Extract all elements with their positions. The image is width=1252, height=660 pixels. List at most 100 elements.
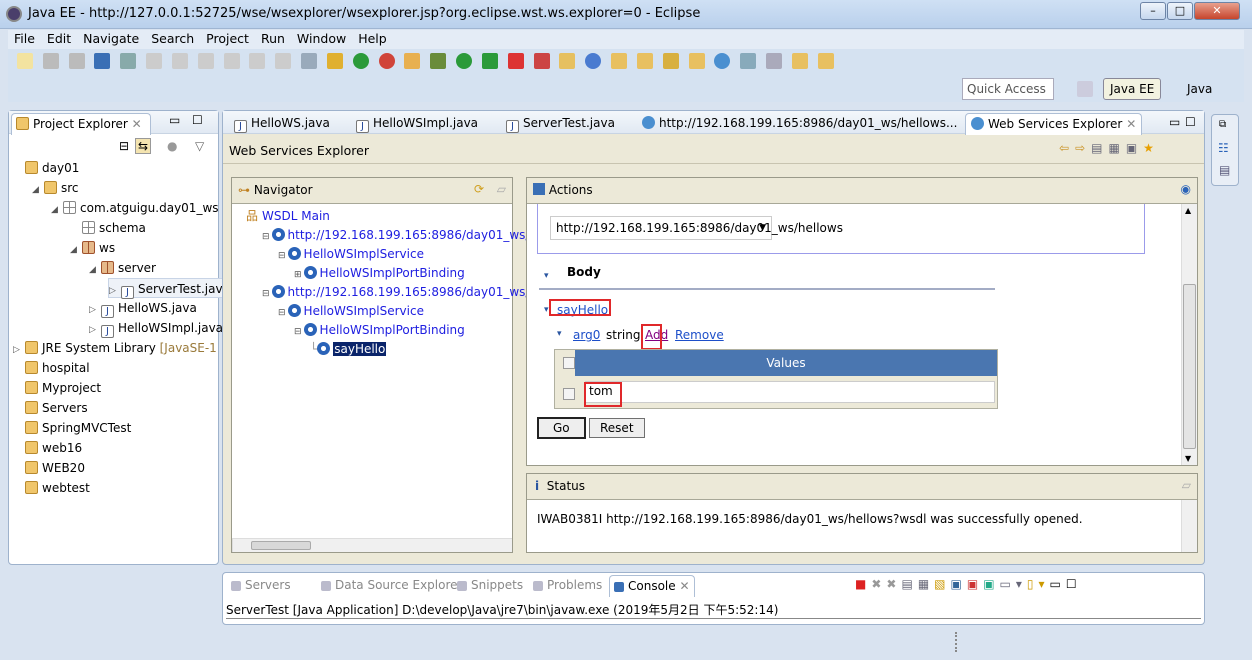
tree-item[interactable]: hospital <box>13 358 90 378</box>
navigator-item[interactable]: 品 WSDL Main <box>246 206 330 226</box>
menu-run[interactable]: Run <box>255 30 291 47</box>
collapse-icon[interactable]: ⊟ <box>294 327 302 337</box>
use-step-filters-icon[interactable] <box>326 53 343 69</box>
wsdl-page-icon[interactable]: ▤ <box>1091 141 1108 155</box>
annotation-icon[interactable] <box>740 53 757 69</box>
tree-item[interactable]: web16 <box>13 438 82 458</box>
editor-tab[interactable]: J HelloWSImpl.java <box>351 113 483 135</box>
close-tab-icon[interactable]: ✕ <box>1126 117 1136 131</box>
remove-link[interactable]: Remove <box>675 328 724 342</box>
tab-snippets[interactable]: Snippets <box>453 575 527 597</box>
tree-item[interactable]: ◢ com.atguigu.day01_ws <box>51 198 219 218</box>
body-collapse-icon[interactable]: ▾ <box>544 271 549 281</box>
editor-tab[interactable]: Web Services Explorer ✕ <box>965 113 1143 135</box>
terminate-icon[interactable]: ■ <box>855 577 871 591</box>
step-into-icon[interactable] <box>223 53 240 69</box>
navigator-hscrollbar[interactable] <box>232 538 512 552</box>
forward-icon[interactable]: ⇨ <box>1075 141 1091 155</box>
new-icon[interactable] <box>17 53 33 69</box>
menu-file[interactable]: File <box>8 30 41 47</box>
view-menu-icon[interactable]: ● <box>167 139 177 153</box>
back-icon[interactable] <box>791 53 808 69</box>
outline-icon[interactable]: ☷ <box>1218 141 1229 155</box>
tree-item[interactable]: schema <box>70 218 146 238</box>
tab-project-explorer[interactable]: Project Explorer ✕ <box>11 113 151 135</box>
status-vscrollbar[interactable] <box>1181 500 1197 552</box>
terminate-icon[interactable] <box>197 53 214 69</box>
menu-edit[interactable]: Edit <box>41 30 77 47</box>
tree-item[interactable]: WEB20 <box>13 458 85 478</box>
quick-access-input[interactable]: Quick Access <box>962 78 1054 100</box>
tab-servers[interactable]: Servers <box>227 575 295 597</box>
tree-item[interactable]: ◢ ws <box>70 238 115 258</box>
save-icon[interactable] <box>42 53 59 69</box>
step-return-icon[interactable] <box>275 53 292 69</box>
tree-item[interactable]: webtest <box>13 478 90 498</box>
menu-project[interactable]: Project <box>200 30 255 47</box>
expand-icon[interactable]: ⊞ <box>294 270 302 280</box>
editor-tab[interactable]: J HelloWS.java <box>229 113 335 135</box>
drop-to-frame-icon[interactable] <box>301 53 318 69</box>
navigator-item[interactable]: ⊟ HelloWSImplPortBinding <box>294 320 465 340</box>
menu-help[interactable]: Help <box>352 30 393 47</box>
scroll-lock-icon[interactable]: ▦ <box>918 577 934 591</box>
expand-arrow-icon[interactable]: ◢ <box>70 240 82 260</box>
new-wizard-icon[interactable] <box>559 53 576 69</box>
next-annotation-icon[interactable] <box>766 53 783 69</box>
expand-arrow-icon[interactable]: ◢ <box>51 200 63 220</box>
tab-data-source-explorer[interactable]: Data Source Explorer <box>317 575 466 597</box>
navigator-item[interactable]: ⊞ HelloWSImplPortBinding <box>294 263 465 283</box>
maximize-button[interactable]: □ <box>1167 2 1193 20</box>
skip-breakpoints-icon[interactable] <box>120 53 137 69</box>
publish-icon[interactable] <box>378 53 395 69</box>
suspend-icon[interactable] <box>171 53 188 69</box>
tree-item[interactable]: day01 <box>13 158 79 178</box>
favorites-icon[interactable]: ★ <box>1143 141 1160 155</box>
maximize-editor-icon[interactable]: ☐ <box>1185 115 1196 129</box>
minimize-view-icon[interactable]: ▭ <box>1050 577 1066 591</box>
param-name-link[interactable]: arg0 <box>573 328 600 342</box>
display-console-icon[interactable]: ▭▾ <box>1000 577 1027 591</box>
word-wrap-icon[interactable]: ▧ <box>934 577 950 591</box>
refresh-icon[interactable]: ⟳ <box>474 182 484 196</box>
scroll-down-icon[interactable]: ▼ <box>1185 454 1191 463</box>
run-icon[interactable] <box>456 53 473 69</box>
console-icon[interactable] <box>94 53 111 69</box>
minimize-button[interactable]: – <box>1140 2 1166 20</box>
perspective-java-ee[interactable]: Java EE <box>1103 78 1162 100</box>
search-icon[interactable] <box>662 53 679 69</box>
collapse-all-icon[interactable]: ⊟ <box>119 139 129 153</box>
tab-problems[interactable]: Problems <box>529 575 606 597</box>
restore-icon[interactable]: ⧉ <box>1219 119 1226 130</box>
expand-arrow-icon[interactable]: ▷ <box>89 300 101 320</box>
uddi-page-icon[interactable]: ▦ <box>1108 141 1125 155</box>
go-button[interactable]: Go <box>537 417 586 439</box>
row-checkbox[interactable] <box>563 388 575 400</box>
select-all-checkbox[interactable] <box>563 357 575 369</box>
open-console-icon[interactable]: ▯▾ <box>1027 577 1050 591</box>
navigator-item[interactable]: └ sayHello <box>310 339 387 359</box>
tree-item[interactable]: ▷ J HelloWSImpl.java <box>89 318 223 338</box>
param-collapse-icon[interactable]: ▾ <box>557 329 562 339</box>
debug-icon[interactable] <box>430 53 447 69</box>
tab-console[interactable]: Console ✕ <box>609 575 695 597</box>
pin-console-icon[interactable]: ▣ <box>983 577 999 591</box>
clear-icon[interactable]: ▱ <box>497 182 506 196</box>
navigator-item[interactable]: ⊟ http://192.168.199.165:8986/day01_ws/h <box>262 225 537 245</box>
close-button[interactable]: ✕ <box>1194 2 1240 20</box>
collapse-icon[interactable]: ⊟ <box>278 251 286 261</box>
tree-item[interactable]: ◢ src <box>32 178 79 198</box>
open-task-icon[interactable] <box>636 53 653 69</box>
forward-icon[interactable] <box>817 53 834 69</box>
actions-vscrollbar[interactable]: ▲ ▼ <box>1181 204 1197 465</box>
clear-console-icon[interactable]: ▤ <box>901 577 917 591</box>
tree-item[interactable]: Myproject <box>13 378 101 398</box>
tree-item[interactable]: ▷ J HelloWS.java <box>89 298 197 318</box>
value-input[interactable]: tom <box>585 381 995 403</box>
expand-arrow-icon[interactable]: ◢ <box>89 260 101 280</box>
menu-window[interactable]: Window <box>291 30 352 47</box>
scroll-up-icon[interactable]: ▲ <box>1185 206 1191 215</box>
expand-arrow-icon[interactable]: ◢ <box>32 180 44 200</box>
resume-icon[interactable] <box>146 53 163 69</box>
tree-item[interactable]: Servers <box>13 398 88 418</box>
